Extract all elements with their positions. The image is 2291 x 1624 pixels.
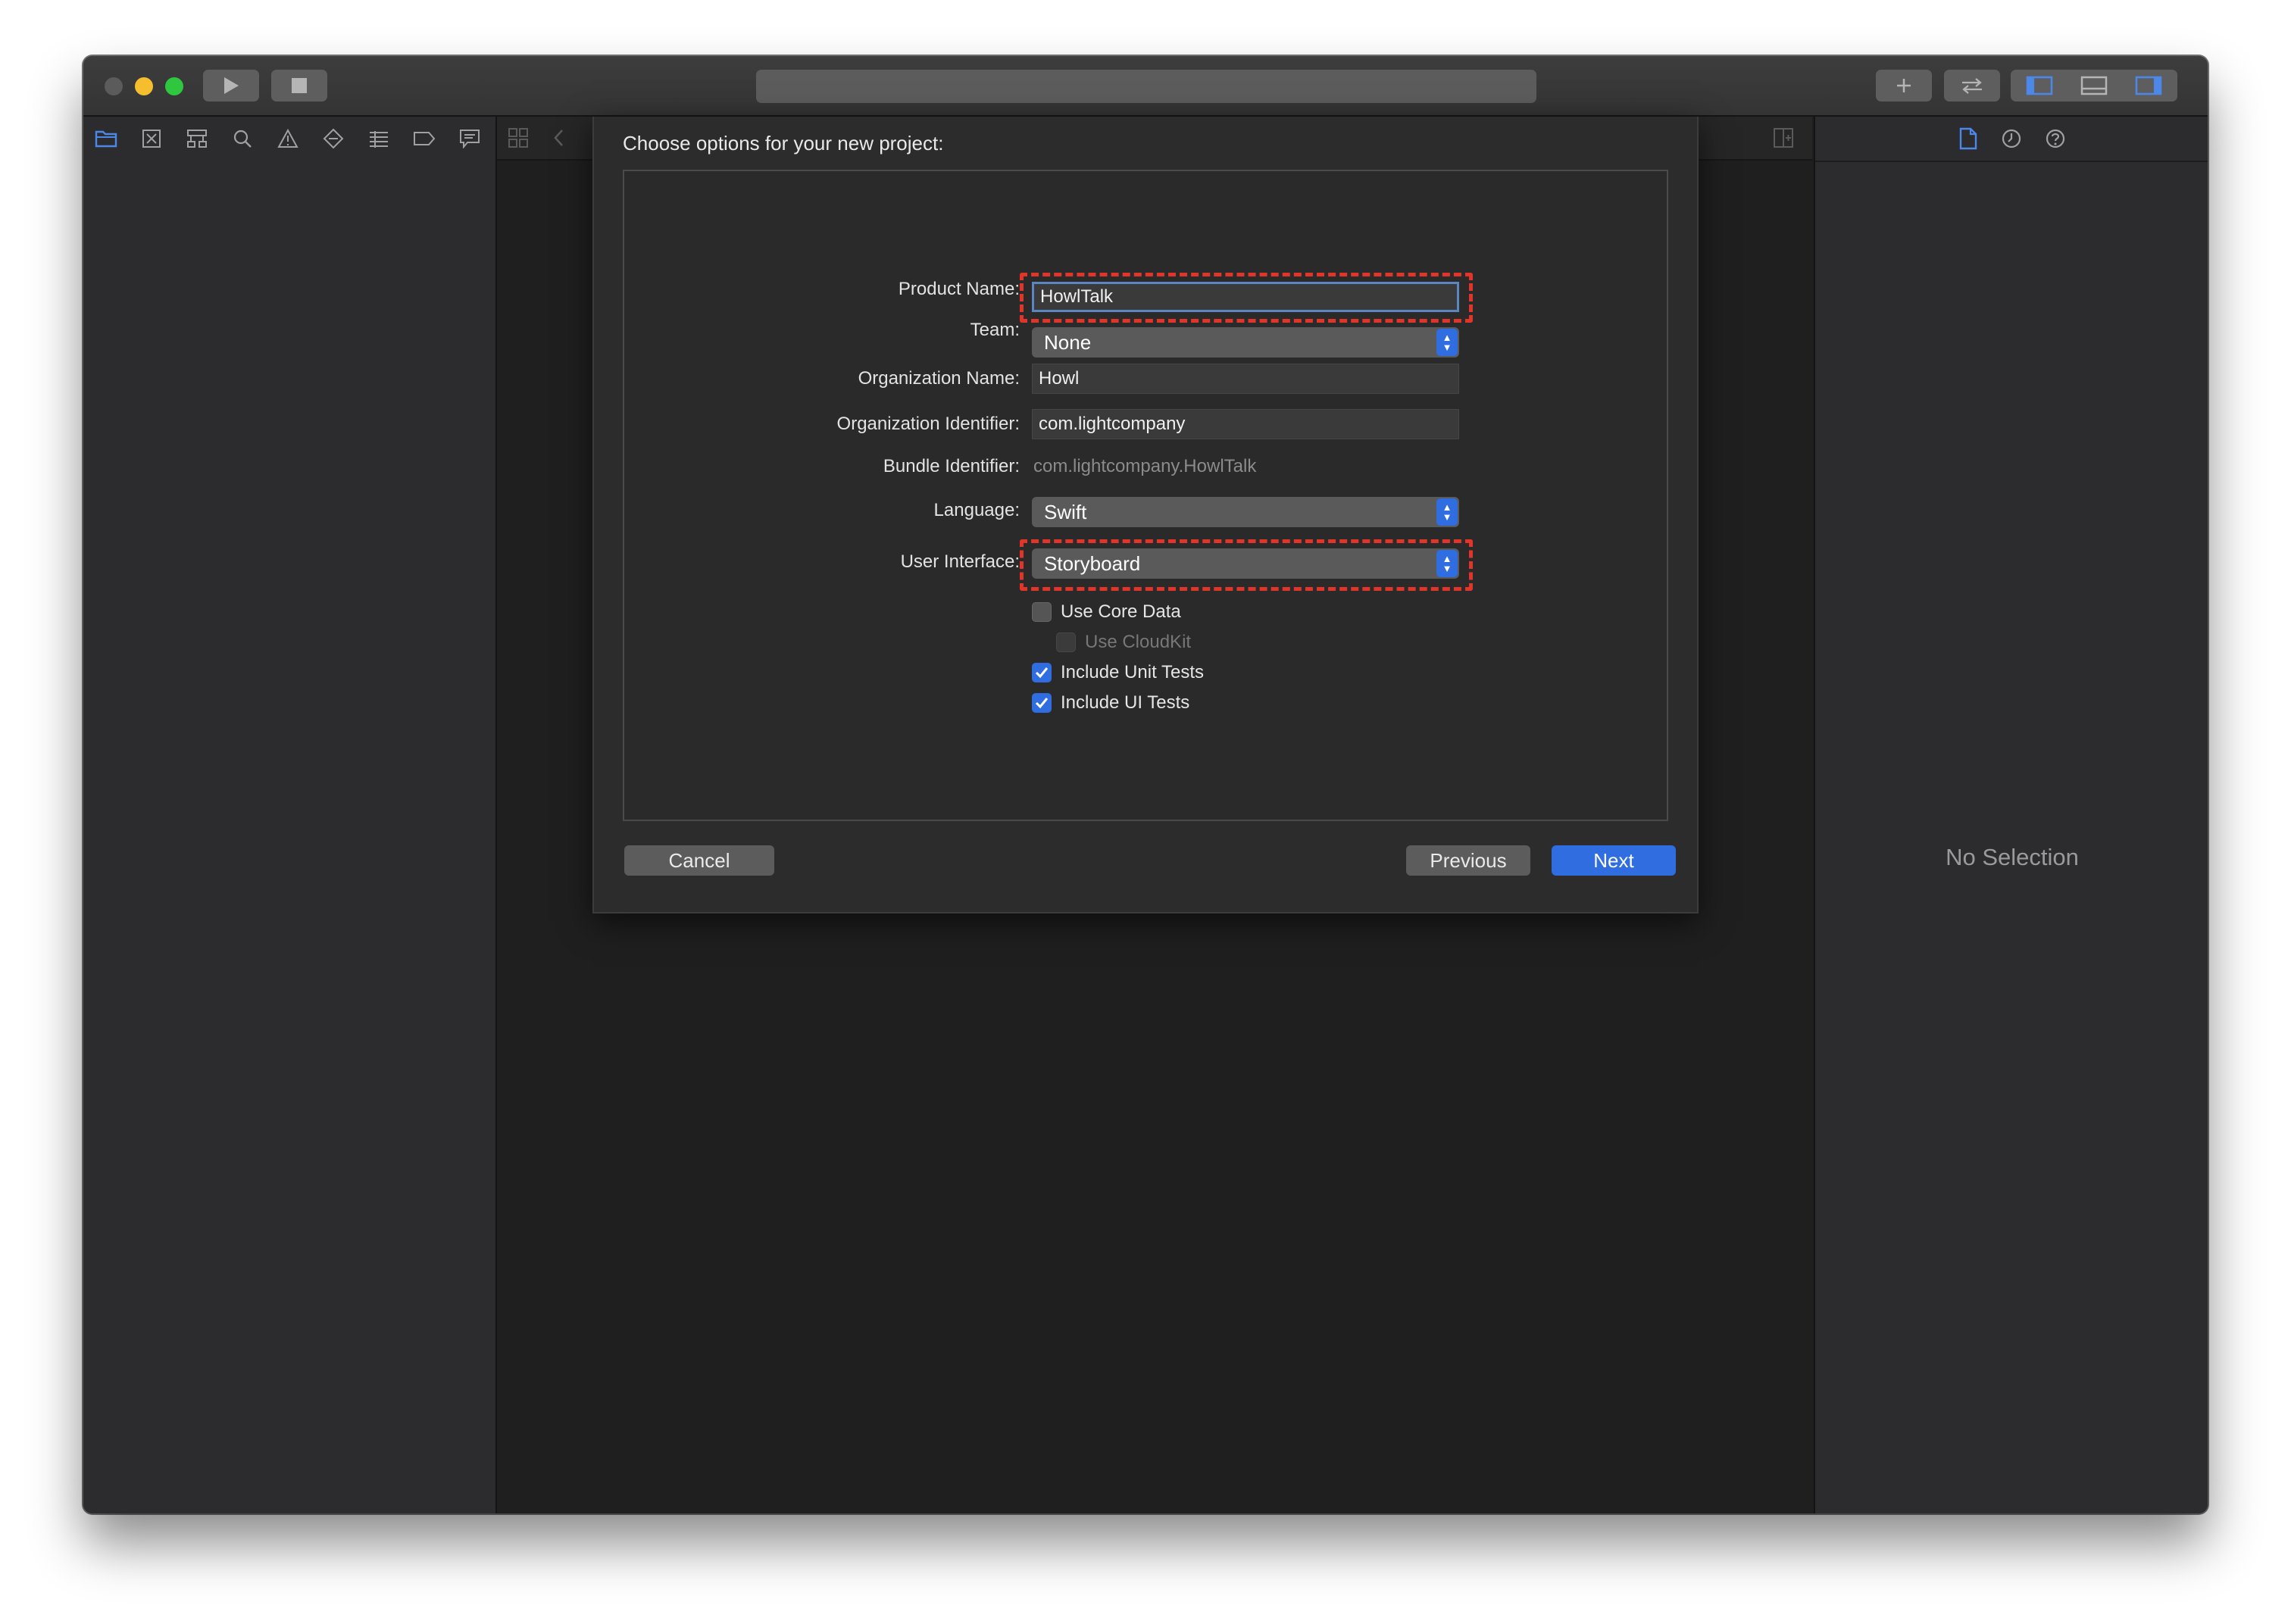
options-form: Product Name: HowlTalk Team: None ▲ ▼ Org…: [623, 170, 1668, 821]
organization-name-value: Howl: [1039, 368, 1080, 389]
navigator-tab-bar: [83, 117, 495, 161]
stop-icon: [292, 78, 307, 93]
close-window-button[interactable]: [105, 77, 123, 95]
checkbox-box: [1056, 632, 1076, 652]
checkbox-label: Use CloudKit: [1085, 632, 1192, 652]
product-name-field[interactable]: HowlTalk: [1032, 282, 1459, 312]
add-editor-icon[interactable]: [1773, 127, 1794, 148]
plus-icon: [1897, 79, 1911, 92]
breakpoint-navigator-tab[interactable]: [402, 117, 447, 161]
navigator-panel-icon[interactable]: [2026, 76, 2053, 95]
checkbox-box: [1032, 602, 1052, 622]
run-button[interactable]: [203, 70, 259, 102]
panel-toggle-group: [2011, 70, 2177, 102]
language-value: Swift: [1044, 500, 1087, 523]
chevron-left-icon[interactable]: [552, 127, 567, 148]
language-popup[interactable]: Swift ▲ ▼: [1032, 497, 1459, 527]
previous-button[interactable]: Previous: [1406, 845, 1530, 876]
checkbox-label: Use Core Data: [1061, 601, 1181, 622]
folder-icon: [95, 130, 117, 148]
inspector-panel-icon[interactable]: [2135, 76, 2162, 95]
inspector-pane: No Selection: [1814, 117, 2208, 1513]
cancel-button[interactable]: Cancel: [624, 845, 774, 876]
xcode-window: No Selection Choose options for your new…: [83, 56, 2208, 1513]
chevron-up-down-icon: ▲ ▼: [1436, 498, 1458, 526]
no-selection-label: No Selection: [1946, 844, 2079, 870]
diamond-icon: [323, 128, 344, 149]
new-project-options-sheet: Choose options for your new project: Pro…: [592, 117, 1699, 914]
debug-navigator-tab[interactable]: [356, 117, 402, 161]
issue-navigator-tab[interactable]: [265, 117, 311, 161]
product-name-value: HowlTalk: [1040, 286, 1114, 307]
chevron-up-down-icon: ▲ ▼: [1436, 329, 1458, 356]
team-value: None: [1044, 330, 1092, 354]
find-navigator-tab[interactable]: [220, 117, 265, 161]
source-control-icon: [142, 130, 161, 148]
debug-panel-icon[interactable]: [2080, 76, 2108, 95]
organization-identifier-label: Organization Identifier:: [836, 414, 1020, 434]
organization-name-label: Organization Name:: [858, 368, 1020, 389]
team-popup[interactable]: None ▲ ▼: [1032, 327, 1459, 358]
swap-arrows-icon: [1962, 78, 1982, 94]
message-icon: [460, 130, 480, 148]
toolbar: [83, 56, 2208, 117]
library-button[interactable]: [1876, 70, 1932, 102]
file-inspector-icon[interactable]: [1958, 127, 1978, 150]
code-review-button[interactable]: [1944, 70, 2000, 102]
related-items-icon[interactable]: [508, 127, 529, 148]
language-label: Language:: [933, 500, 1020, 520]
chevron-up-down-icon: ▲ ▼: [1436, 550, 1458, 577]
user-interface-label: User Interface:: [900, 551, 1020, 572]
hierarchy-icon: [187, 130, 207, 148]
organization-name-field[interactable]: Howl: [1032, 364, 1459, 394]
stop-button[interactable]: [271, 70, 327, 102]
sheet-title: Choose options for your new project:: [623, 132, 944, 155]
user-interface-popup[interactable]: Storyboard ▲ ▼: [1032, 548, 1459, 579]
use-core-data-checkbox[interactable]: Use Core Data: [1032, 601, 1181, 623]
minimize-window-button[interactable]: [135, 77, 153, 95]
play-icon: [224, 77, 239, 94]
next-button[interactable]: Next: [1552, 845, 1676, 876]
report-navigator-tab[interactable]: [447, 117, 492, 161]
list-icon: [370, 131, 388, 148]
source-control-navigator-tab[interactable]: [129, 117, 174, 161]
help-inspector-icon[interactable]: [2045, 128, 2066, 149]
checkbox-label: Include Unit Tests: [1061, 662, 1204, 682]
breakpoint-icon: [414, 132, 436, 145]
include-unit-tests-checkbox[interactable]: Include Unit Tests: [1032, 662, 1204, 683]
inspector-tab-bar: [1815, 117, 2208, 162]
team-label: Team:: [970, 320, 1020, 340]
symbol-navigator-tab[interactable]: [174, 117, 220, 161]
project-navigator-tab[interactable]: [83, 117, 129, 161]
bundle-identifier-label: Bundle Identifier:: [883, 456, 1020, 476]
test-navigator-tab[interactable]: [311, 117, 356, 161]
organization-identifier-value: com.lightcompany: [1039, 414, 1186, 434]
activity-viewer: [756, 70, 1536, 103]
search-icon: [233, 130, 252, 148]
use-cloudkit-checkbox: Use CloudKit: [1056, 632, 1191, 653]
checkbox-label: Include UI Tests: [1061, 692, 1190, 713]
include-ui-tests-checkbox[interactable]: Include UI Tests: [1032, 692, 1189, 714]
navigator-pane: [83, 117, 497, 1513]
zoom-window-button[interactable]: [165, 77, 183, 95]
checkmark-icon: [1032, 693, 1052, 713]
user-interface-value: Storyboard: [1044, 551, 1141, 575]
history-inspector-icon[interactable]: [2001, 128, 2022, 149]
checkmark-icon: [1032, 663, 1052, 682]
product-name-label: Product Name:: [898, 279, 1020, 299]
warning-icon: [277, 129, 298, 148]
organization-identifier-field[interactable]: com.lightcompany: [1032, 409, 1459, 439]
bundle-identifier-value: com.lightcompany.HowlTalk: [1033, 456, 1257, 476]
